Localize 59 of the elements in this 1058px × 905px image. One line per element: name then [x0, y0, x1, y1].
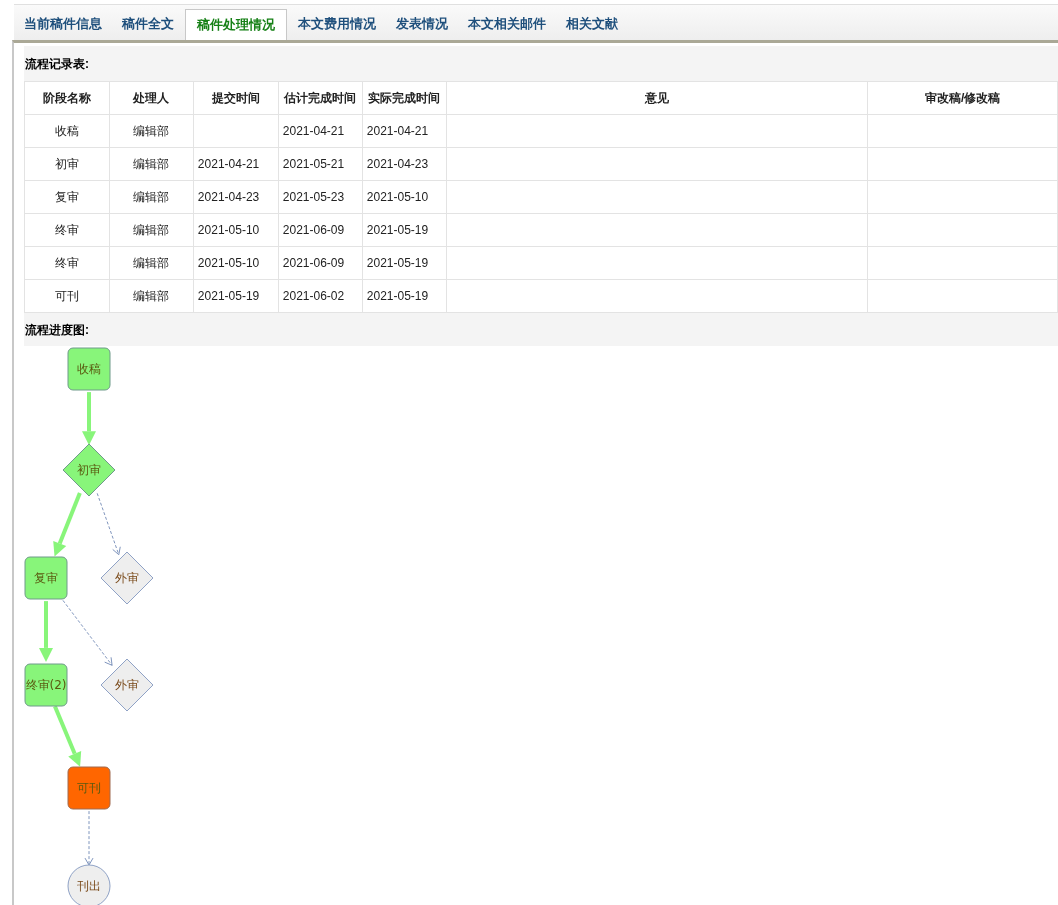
- table-cell: 2021-06-02: [278, 279, 363, 313]
- progress-arrow: [53, 492, 82, 557]
- flow-node: 收稿: [67, 347, 111, 391]
- column-header: 审改稿/修改稿: [867, 81, 1058, 115]
- progress-arrow: [82, 392, 96, 446]
- table-cell: 复审: [24, 180, 110, 214]
- table-cell: 2021-04-21: [278, 114, 363, 148]
- flow-node: 刊出: [67, 864, 111, 905]
- flow-node: 终审(2): [24, 663, 68, 707]
- table-cell: 编辑部: [109, 246, 194, 280]
- table-cell: 2021-04-21: [193, 147, 279, 181]
- column-header: 实际完成时间: [362, 81, 447, 115]
- tab[interactable]: 稿件处理情况: [185, 9, 287, 40]
- flow-node: 复审: [24, 556, 68, 600]
- table-cell: 2021-05-19: [362, 279, 447, 313]
- table-cell: 2021-04-23: [193, 180, 279, 214]
- table-cell: 2021-05-10: [362, 180, 447, 214]
- table-cell: 终审: [24, 213, 110, 247]
- table-cell: 编辑部: [109, 114, 194, 148]
- table-cell: 2021-05-23: [278, 180, 363, 214]
- tab[interactable]: 本文费用情况: [288, 9, 386, 40]
- flow-node: 外审: [100, 551, 154, 605]
- flow-node: 外审: [100, 658, 154, 712]
- table-cell: 2021-05-19: [193, 279, 279, 313]
- tab[interactable]: 本文相关邮件: [458, 9, 556, 40]
- table-cell: 终审: [24, 246, 110, 280]
- tab[interactable]: 发表情况: [386, 9, 458, 40]
- column-header: 处理人: [109, 81, 194, 115]
- table-cell: 编辑部: [109, 180, 194, 214]
- flow-node: 初审: [62, 443, 116, 497]
- tab[interactable]: 相关文献: [556, 9, 628, 40]
- table-cell: 2021-05-10: [193, 246, 279, 280]
- table-cell: 2021-05-19: [362, 213, 447, 247]
- table-cell: 2021-04-23: [362, 147, 447, 181]
- section-header: 流程记录表:: [24, 46, 1058, 81]
- table-cell: 2021-06-09: [278, 246, 363, 280]
- table-cell: 编辑部: [109, 213, 194, 247]
- column-header: 阶段名称: [24, 81, 110, 115]
- table-cell: 收稿: [24, 114, 110, 148]
- table-cell: 初审: [24, 147, 110, 181]
- tab[interactable]: 当前稿件信息: [14, 9, 112, 40]
- column-header: 估计完成时间: [278, 81, 363, 115]
- progress-arrow: [53, 705, 82, 767]
- column-header: 提交时间: [193, 81, 279, 115]
- table-cell: 2021-04-21: [362, 114, 447, 148]
- tab[interactable]: 稿件全文: [112, 9, 184, 40]
- flow-node: 可刊: [67, 766, 111, 810]
- dashed-arrow: [84, 810, 94, 866]
- table-cell: 编辑部: [109, 279, 194, 313]
- dashed-arrow: [96, 492, 121, 556]
- table-cell: 2021-06-09: [278, 213, 363, 247]
- table-cell: 2021-05-19: [362, 246, 447, 280]
- table-cell: 编辑部: [109, 147, 194, 181]
- table-cell: 2021-05-10: [193, 213, 279, 247]
- column-header: 意见: [446, 81, 868, 115]
- section-header: 流程进度图:: [24, 313, 1058, 346]
- table-cell: 2021-05-21: [278, 147, 363, 181]
- table-cell: 可刊: [24, 279, 110, 313]
- progress-arrow: [39, 601, 53, 662]
